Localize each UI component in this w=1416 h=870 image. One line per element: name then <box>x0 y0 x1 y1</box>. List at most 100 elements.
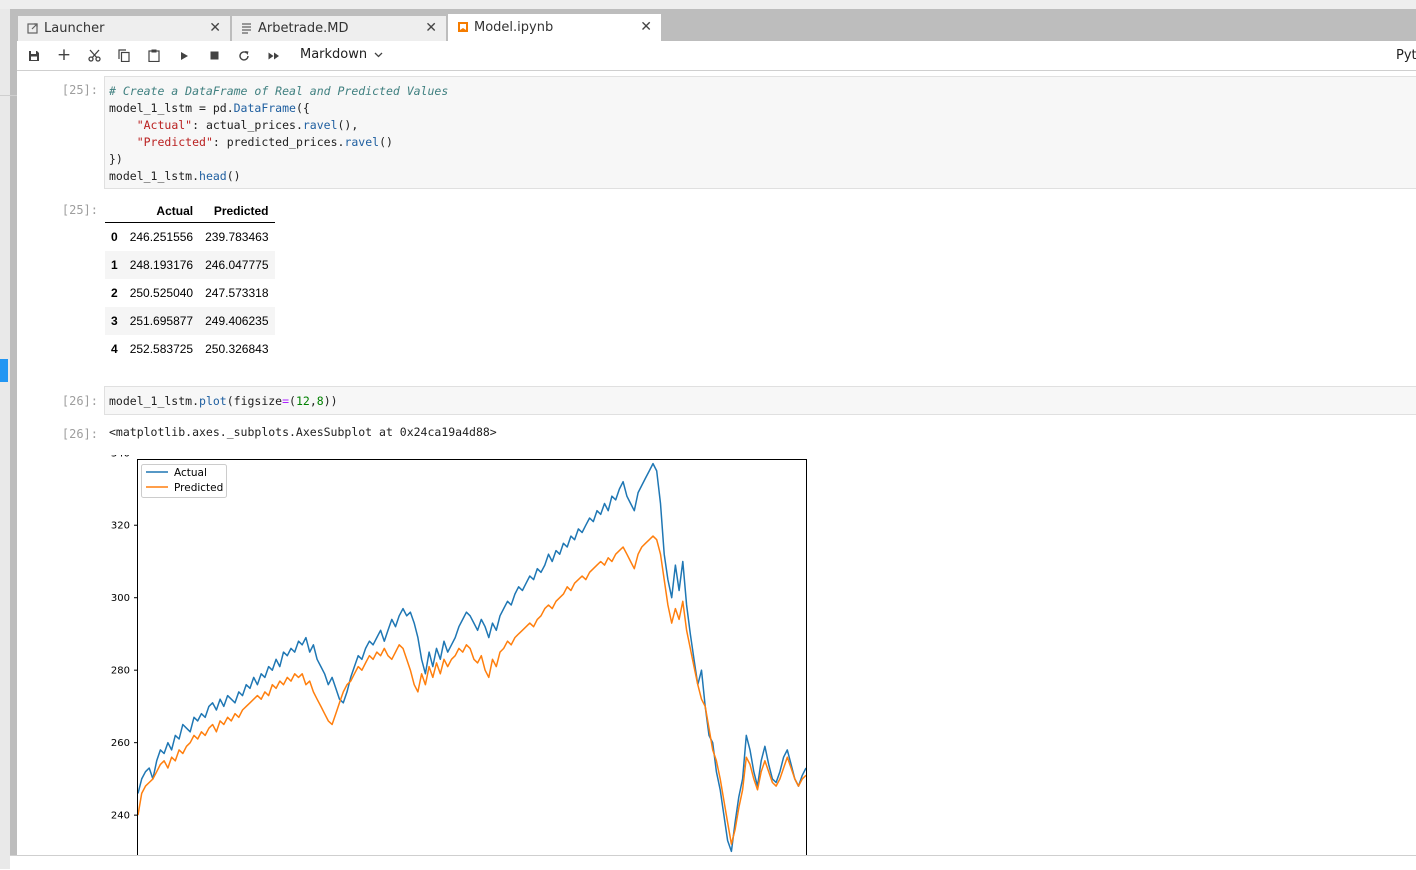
horizontal-scrollbar[interactable] <box>10 855 1416 870</box>
left-sidebar-collapsed[interactable] <box>0 9 10 869</box>
row-index: 1 <box>111 258 118 272</box>
code-number: 12 <box>295 394 310 408</box>
cell-type-dropdown[interactable]: Markdown <box>300 41 383 70</box>
code-token: ravel <box>344 135 380 149</box>
stop-button[interactable] <box>201 41 227 70</box>
close-icon[interactable]: ✕ <box>425 16 437 41</box>
column-header: Actual <box>123 200 200 223</box>
window-top-strip <box>0 0 1416 9</box>
row-index: 4 <box>111 342 118 356</box>
input-prompt: [25]: <box>61 83 98 97</box>
run-icon <box>181 51 188 60</box>
restart-button[interactable] <box>231 41 257 70</box>
cell-actual: 251.695877 <box>129 314 194 328</box>
kernel-name[interactable]: Python <box>1396 41 1416 70</box>
code-token: model_1_lstm = pd. <box>109 101 234 115</box>
y-tick-label: 260 <box>111 738 130 749</box>
y-tick-label: 340 <box>111 455 130 459</box>
code-token: (), <box>337 118 359 132</box>
code-token: model_1_lstm. <box>109 394 200 408</box>
output-prompt: [25]: <box>61 203 98 217</box>
tab-launcher[interactable]: Launcher ✕ <box>18 16 231 41</box>
y-tick-label: 300 <box>111 593 130 604</box>
paste-button[interactable] <box>141 41 167 70</box>
axes-frame <box>137 459 807 855</box>
code-token: = <box>282 394 290 408</box>
code-token: : actual_prices. <box>192 118 303 132</box>
legend-label-predicted: Predicted <box>174 482 223 494</box>
series-line-actual <box>137 462 807 853</box>
code-token: ({ <box>295 101 310 115</box>
cut-button[interactable] <box>81 41 107 70</box>
table-row: 1 248.193176 246.047775 <box>105 251 275 279</box>
restart-icon <box>239 50 249 61</box>
column-header: Predicted <box>199 200 275 223</box>
code-token: }) <box>109 152 123 166</box>
copy-button[interactable] <box>111 41 137 70</box>
output-prompt: [26]: <box>61 427 98 441</box>
code-token: ravel <box>302 118 338 132</box>
code-string: "Predicted" <box>136 135 213 149</box>
legend: Actual Predicted <box>141 464 227 498</box>
restart-run-all-button[interactable] <box>261 41 287 70</box>
index-header <box>105 200 124 223</box>
tab-model-ipynb[interactable]: Model.ipynb ✕ <box>448 14 662 41</box>
output-text: <matplotlib.axes._subplots.AxesSubplot a… <box>109 425 497 439</box>
y-axis: 240 260 280 300 320 340 <box>111 455 138 822</box>
cell-actual: 252.583725 <box>129 342 194 356</box>
cell-predicted: 249.406235 <box>205 314 269 328</box>
row-index: 2 <box>111 286 118 300</box>
code-string: "Actual" <box>136 118 193 132</box>
code-token: model_1_lstm. <box>109 169 200 183</box>
y-tick-label: 240 <box>111 811 130 822</box>
fast-forward-icon <box>268 52 279 59</box>
code-token: plot <box>199 394 227 408</box>
code-token: ( <box>289 394 296 408</box>
stop-icon <box>210 51 218 60</box>
code-number: 8 <box>316 394 324 408</box>
input-prompt: [26]: <box>61 394 98 408</box>
save-icon <box>29 50 39 61</box>
table-row: 2 250.525040 247.573318 <box>105 279 275 307</box>
notebook-toolbar: + Markdown Python <box>17 41 1416 71</box>
cell-predicted: 246.047775 <box>205 258 269 272</box>
cell-actual: 248.193176 <box>129 258 194 272</box>
close-icon[interactable]: ✕ <box>640 14 652 41</box>
tab-arbetrade-md[interactable]: Arbetrade.MD ✕ <box>232 16 447 41</box>
add-cell-button[interactable]: + <box>51 41 77 70</box>
code-token: (figsize <box>226 394 283 408</box>
table-row: 0 246.251556 239.783463 <box>105 222 275 251</box>
run-button[interactable] <box>171 41 197 70</box>
chevron-down-icon <box>374 50 383 61</box>
plot-lines <box>137 462 807 853</box>
y-tick-label: 320 <box>111 521 130 532</box>
code-token: () <box>379 135 393 149</box>
code-comment: # Create a DataFrame of Real and Predict… <box>109 84 449 98</box>
series-line-predicted <box>137 535 807 845</box>
code-token: , <box>309 394 317 408</box>
line-chart: 240 260 280 300 320 340 Actual Predicted <box>111 455 807 855</box>
code-token: DataFrame <box>233 101 296 115</box>
tab-label: Arbetrade.MD <box>258 21 349 36</box>
active-panel-indicator <box>0 359 8 382</box>
code-cell-26[interactable]: model_1_lstm.plot(figsize=(12,8)) <box>104 386 1416 415</box>
cell-predicted: 239.783463 <box>205 230 269 244</box>
legend-label-actual: Actual <box>174 467 207 479</box>
code-token: )) <box>323 394 338 408</box>
close-icon[interactable]: ✕ <box>209 16 221 41</box>
tab-label: Launcher <box>44 21 105 36</box>
table-row: 4 252.583725 250.326843 <box>105 335 275 363</box>
code-token: head <box>199 169 227 183</box>
cell-actual: 250.525040 <box>129 286 194 300</box>
copy-icon <box>118 49 130 63</box>
code-cell-25[interactable]: # Create a DataFrame of Real and Predict… <box>104 76 1416 189</box>
row-index: 0 <box>111 230 118 244</box>
cell-predicted: 250.326843 <box>205 342 269 356</box>
code-token: () <box>226 169 241 183</box>
cut-icon <box>87 49 101 62</box>
add-cell-icon: + <box>56 45 72 65</box>
y-tick-label: 280 <box>111 666 130 677</box>
code-token: : predicted_prices. <box>212 135 345 149</box>
save-button[interactable] <box>21 41 47 70</box>
